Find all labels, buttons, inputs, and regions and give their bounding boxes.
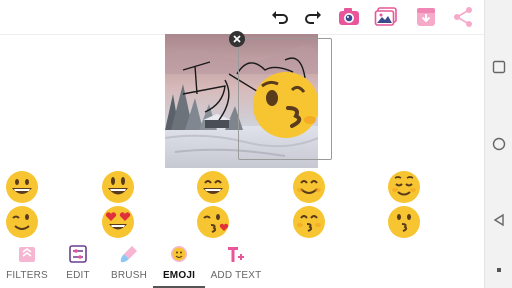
tab-label: BRUSH (110, 270, 147, 281)
tab-label: EMOJI (162, 270, 196, 281)
grinning-face-emoji[interactable] (5, 170, 39, 204)
winking-face-emoji[interactable] (5, 205, 39, 239)
back-triangle-icon[interactable] (485, 209, 512, 231)
emoji-icon (171, 246, 187, 262)
system-navigation-bar (484, 0, 512, 288)
tab-label: ADD TEXT (210, 270, 262, 281)
kissing-face-emoji[interactable] (387, 205, 421, 239)
undo-icon[interactable] (268, 5, 292, 29)
relaxed-face-emoji[interactable] (387, 170, 421, 204)
photo-editor-app: FILTERS EDIT BRUSH EMOJI ADD TEXT (0, 0, 484, 288)
tab-brush[interactable]: BRUSH (108, 240, 150, 288)
bottom-tab-bar: FILTERS EDIT BRUSH EMOJI ADD TEXT (0, 240, 484, 288)
share-icon[interactable] (451, 5, 475, 29)
blowing-kiss-face-emoji[interactable] (196, 205, 230, 239)
gallery-icon[interactable] (374, 5, 398, 29)
save-download-icon[interactable] (414, 5, 438, 29)
redo-icon[interactable] (301, 5, 325, 29)
kissing-smiling-eyes-emoji[interactable] (292, 205, 326, 239)
sliders-icon (69, 245, 87, 263)
square-icon[interactable] (485, 56, 512, 78)
tab-label: FILTERS (6, 270, 48, 281)
tab-emoji[interactable]: EMOJI (158, 240, 200, 288)
tab-label: EDIT (66, 270, 90, 281)
heart-eyes-face-emoji[interactable] (101, 205, 135, 239)
grinning-smiling-eyes-emoji[interactable] (196, 170, 230, 204)
camera-icon[interactable] (337, 5, 361, 29)
close-icon[interactable] (229, 31, 245, 47)
filters-icon (19, 247, 35, 262)
dot-icon[interactable] (485, 259, 512, 281)
top-toolbar (0, 0, 484, 35)
smiling-face-emoji[interactable] (292, 170, 326, 204)
tab-edit[interactable]: EDIT (60, 240, 96, 288)
tab-filters[interactable]: FILTERS (4, 240, 50, 288)
add-text-icon (228, 247, 244, 262)
brush-icon (120, 246, 137, 263)
kiss-face-sticker[interactable] (252, 70, 318, 140)
smiley-face-emoji[interactable] (101, 170, 135, 204)
circle-icon[interactable] (485, 133, 512, 155)
tab-add-text[interactable]: ADD TEXT (210, 240, 262, 288)
